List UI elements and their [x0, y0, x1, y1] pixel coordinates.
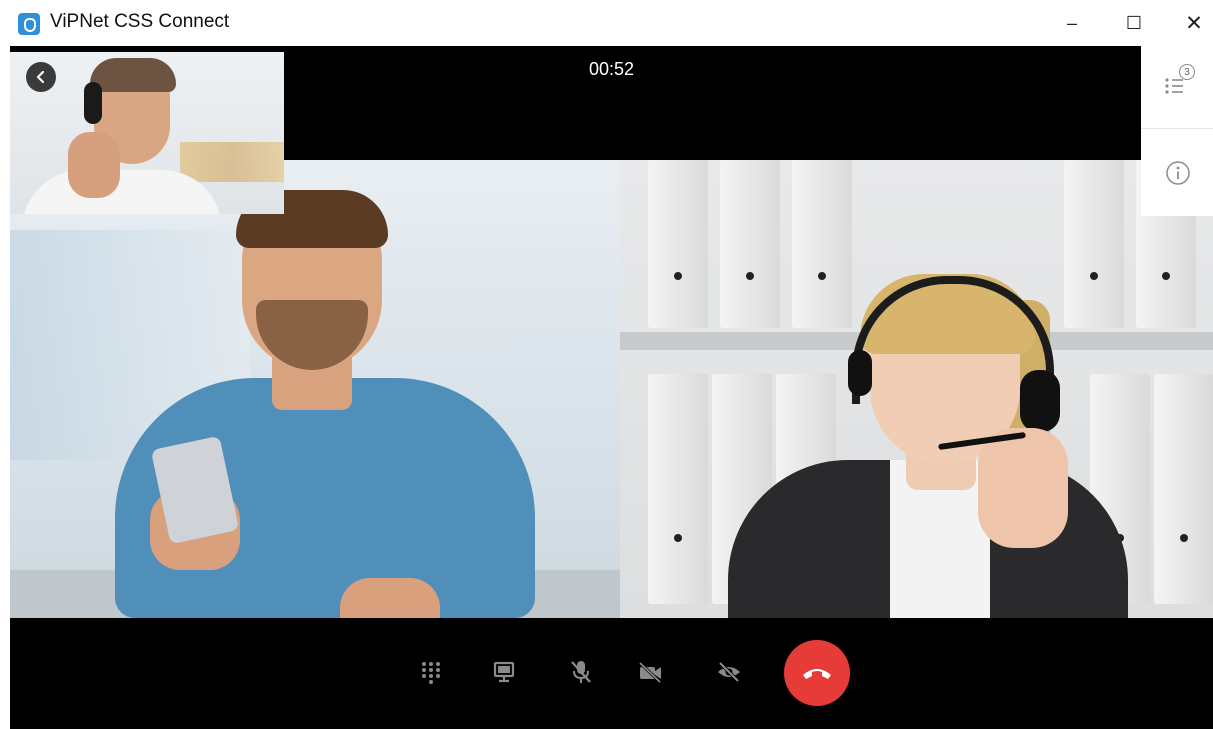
self-headset [84, 82, 102, 124]
camera-off-icon [638, 661, 662, 684]
back-button[interactable] [26, 62, 56, 92]
camera-toggle-button[interactable] [630, 652, 670, 692]
hang-up-button[interactable] [784, 640, 850, 706]
side-panel-divider [1141, 128, 1213, 129]
title-bar: ViPNet CSS Connect – ☐ ✕ [0, 0, 1213, 46]
microphone-muted-icon [571, 661, 591, 683]
dialpad-button[interactable] [411, 652, 451, 692]
participant-hand [978, 428, 1068, 548]
background-shelf [180, 142, 284, 182]
minimize-button[interactable]: – [1052, 8, 1092, 38]
binder [1154, 374, 1213, 604]
participant-hand-second [340, 578, 440, 618]
binder [792, 160, 852, 328]
hang-up-icon [803, 669, 831, 679]
vipnet-shield-icon [18, 13, 40, 35]
binder [720, 160, 780, 328]
screen-share-icon [493, 661, 515, 683]
call-controls-bar [10, 618, 1213, 729]
remote-video-participant-1 [10, 160, 620, 618]
self-hand [68, 132, 120, 198]
screen-share-button[interactable] [484, 652, 524, 692]
maximize-button[interactable]: ☐ [1114, 8, 1154, 38]
close-button[interactable]: ✕ [1174, 8, 1213, 38]
call-timer: 00:52 [589, 59, 635, 79]
remote-video-participant-2 [620, 160, 1213, 618]
binder [648, 160, 708, 328]
hide-video-button[interactable] [709, 652, 749, 692]
eye-off-icon [718, 661, 740, 683]
self-hair [90, 58, 176, 92]
window-title: ViPNet CSS Connect [50, 11, 230, 32]
participants-count-badge: 3 [1179, 64, 1195, 80]
binder [1064, 160, 1124, 328]
chevron-left-icon [36, 70, 45, 84]
microphone-toggle-button[interactable] [561, 652, 601, 692]
binder [648, 374, 708, 604]
side-panel: 3 [1141, 46, 1213, 216]
info-button[interactable] [1159, 154, 1197, 192]
dialpad-icon [422, 662, 440, 684]
participants-button[interactable]: 3 [1159, 64, 1197, 102]
info-icon [1166, 161, 1190, 185]
headset-earpiece-right [1020, 370, 1060, 432]
headset-earpiece-left [848, 350, 872, 396]
